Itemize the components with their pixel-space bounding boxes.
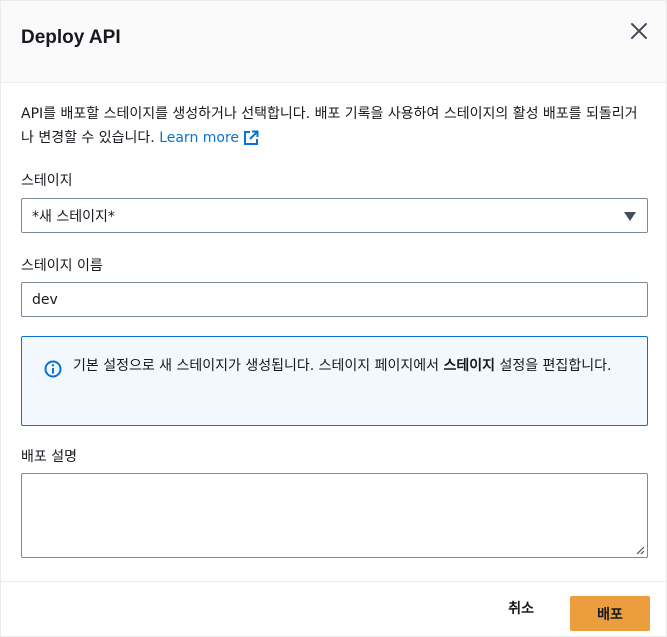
info-icon: [44, 360, 62, 378]
deployment-description-textarea[interactable]: [21, 473, 648, 558]
info-alert-text-before: 기본 설정으로 새 스테이지가 생성됩니다. 스테이지 페이지에서: [73, 358, 444, 374]
resize-handle-icon[interactable]: [635, 545, 645, 555]
stage-name-input[interactable]: dev: [21, 282, 648, 317]
close-button[interactable]: [626, 18, 652, 44]
description-text: API를 배포할 스테이지를 생성하거나 선택합니다. 배포 기록을 사용하여 …: [21, 106, 638, 146]
deploy-button[interactable]: 배포: [570, 596, 650, 631]
stage-label: 스테이지: [21, 173, 73, 189]
stage-select[interactable]: *새 스테이지*: [21, 198, 648, 233]
info-alert: 기본 설정으로 새 스테이지가 생성됩니다. 스테이지 페이지에서 스테이지 설…: [21, 336, 648, 426]
external-link-icon: [244, 130, 259, 145]
info-alert-text-after: 설정을 편집합니다.: [495, 358, 612, 374]
stage-select-value: *새 스테이지*: [32, 208, 115, 225]
close-icon: [631, 23, 647, 39]
dialog-footer: 취소 배포: [1, 581, 666, 637]
caret-down-icon: [624, 212, 636, 221]
deployment-description-label: 배포 설명: [21, 449, 77, 465]
info-alert-text: 기본 설정으로 새 스테이지가 생성됩니다. 스테이지 페이지에서 스테이지 설…: [73, 354, 617, 379]
deploy-api-dialog: Deploy API API를 배포할 스테이지를 생성하거나 선택합니다. 배…: [0, 0, 667, 637]
info-alert-bold: 스테이지: [443, 358, 496, 374]
cancel-button[interactable]: 취소: [508, 598, 534, 618]
learn-more-link[interactable]: Learn more: [159, 126, 259, 150]
dialog-header: Deploy API: [1, 1, 666, 83]
description: API를 배포할 스테이지를 생성하거나 선택합니다. 배포 기록을 사용하여 …: [21, 102, 648, 150]
dialog-title: Deploy API: [21, 27, 121, 48]
learn-more-label: Learn more: [159, 130, 240, 146]
stage-name-value: dev: [32, 291, 58, 308]
stage-name-label: 스테이지 이름: [21, 258, 103, 274]
